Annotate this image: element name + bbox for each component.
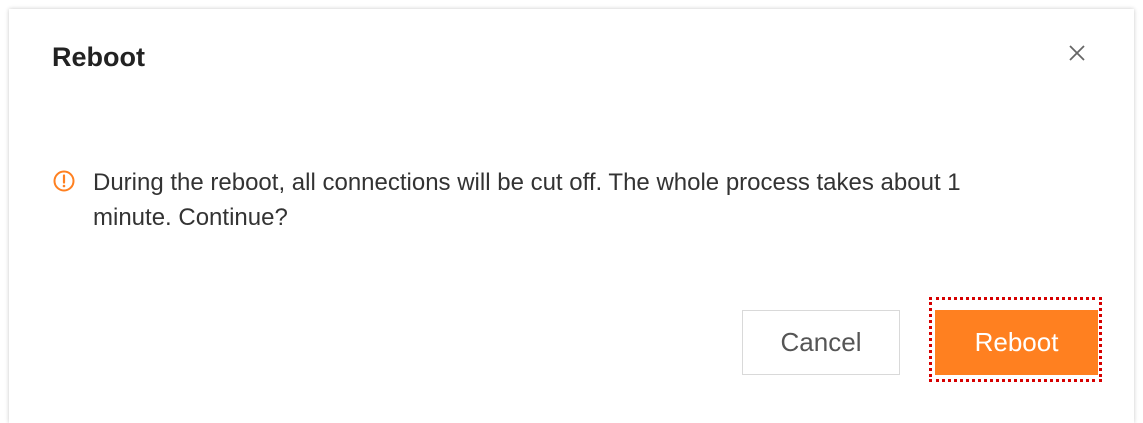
message-text: During the reboot, all connections will … xyxy=(93,169,961,231)
warning-circle-icon xyxy=(53,170,75,192)
reboot-button[interactable]: Reboot xyxy=(935,310,1098,375)
reboot-dialog: Reboot During the reboot, all connection… xyxy=(9,9,1134,423)
dialog-title: Reboot xyxy=(52,42,145,72)
close-button[interactable] xyxy=(1062,38,1092,68)
close-icon xyxy=(1069,45,1085,61)
cancel-button[interactable]: Cancel xyxy=(742,310,900,375)
